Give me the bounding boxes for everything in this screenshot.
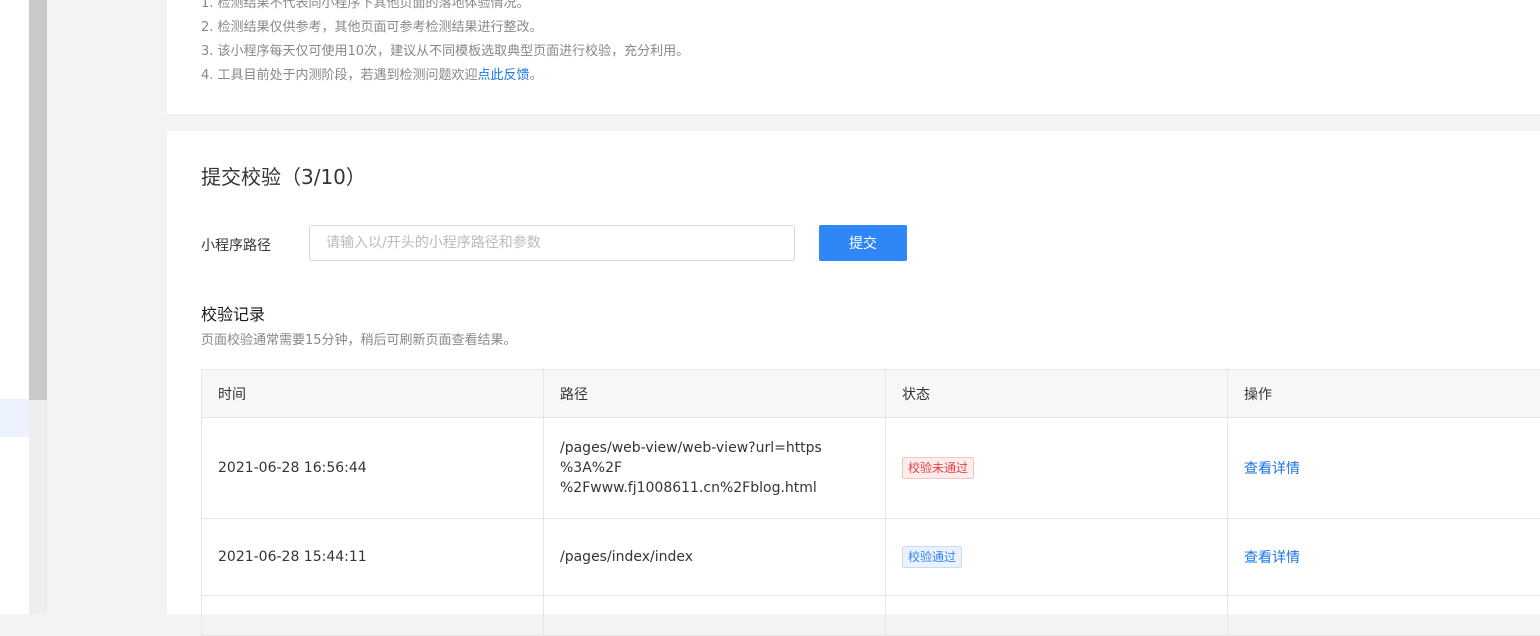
notice-card: 1. 检测结果不代表同小程序下其他页面的落地体验情况。 2. 检测结果仅供参考，… <box>167 0 1540 114</box>
notice-item: 1. 检测结果不代表同小程序下其他页面的落地体验情况。 <box>201 0 689 16</box>
path-input[interactable] <box>309 225 795 261</box>
table-row: 2021-06-28 16:56:44 /pages/web-view/web-… <box>202 418 1540 519</box>
sidebar-scrollbar-thumb[interactable] <box>29 0 47 400</box>
record-path-line: %3A%2F <box>560 458 869 478</box>
record-action-cell <box>1228 596 1540 636</box>
record-time: 2021-06-28 16:56:44 <box>202 418 544 519</box>
view-details-link[interactable]: 查看详情 <box>1244 550 1300 566</box>
records-title: 校验记录 <box>201 301 265 325</box>
table-row <box>202 596 1540 636</box>
sidebar-active-item[interactable] <box>0 399 29 437</box>
record-status-cell <box>886 596 1228 636</box>
record-path: /pages/index/index <box>544 519 886 596</box>
records-table: 时间 路径 状态 操作 2021-06-28 16:56:44 /pages/w… <box>201 369 1540 636</box>
column-header-time: 时间 <box>202 370 544 418</box>
record-time <box>202 596 544 636</box>
records-description: 页面校验通常需要15分钟，稍后可刷新页面查看结果。 <box>201 329 517 348</box>
column-header-action: 操作 <box>1228 370 1540 418</box>
record-path-line: /pages/web-view/web-view?url=https <box>560 438 869 458</box>
record-path-line: %2Fwww.fj1008611.cn%2Fblog.html <box>560 478 869 498</box>
record-status-cell: 校验通过 <box>886 519 1228 596</box>
table-header-row: 时间 路径 状态 操作 <box>202 370 1540 418</box>
notice-list: 1. 检测结果不代表同小程序下其他页面的落地体验情况。 2. 检测结果仅供参考，… <box>201 0 689 88</box>
path-label: 小程序路径 <box>201 235 271 255</box>
record-path <box>544 596 886 636</box>
notice-item: 3. 该小程序每天仅可使用10次，建议从不同模板选取典型页面进行校验，充分利用。 <box>201 40 689 64</box>
record-path: /pages/web-view/web-view?url=https %3A%2… <box>544 418 886 519</box>
column-header-path: 路径 <box>544 370 886 418</box>
notice-item: 4. 工具目前处于内测阶段，若遇到检测问题欢迎点此反馈。 <box>201 64 689 88</box>
view-details-link[interactable]: 查看详情 <box>1244 461 1300 477</box>
record-status-cell: 校验未通过 <box>886 418 1228 519</box>
left-sidebar <box>0 0 29 614</box>
record-action-cell: 查看详情 <box>1228 519 1540 596</box>
section-title: 提交校验（3/10） <box>201 161 366 190</box>
status-badge-fail: 校验未通过 <box>902 457 974 479</box>
record-action-cell: 查看详情 <box>1228 418 1540 519</box>
notice-item: 2. 检测结果仅供参考，其他页面可参考检测结果进行整改。 <box>201 16 689 40</box>
table-row: 2021-06-28 15:44:11 /pages/index/index 校… <box>202 519 1540 596</box>
record-path-line: /pages/index/index <box>560 547 869 567</box>
submit-button[interactable]: 提交 <box>819 225 907 261</box>
feedback-link[interactable]: 点此反馈 <box>478 68 530 83</box>
record-time: 2021-06-28 15:44:11 <box>202 519 544 596</box>
column-header-status: 状态 <box>886 370 1228 418</box>
status-badge-pass: 校验通过 <box>902 546 962 568</box>
submit-card: 提交校验（3/10） 小程序路径 提交 校验记录 页面校验通常需要15分钟，稍后… <box>167 131 1540 614</box>
